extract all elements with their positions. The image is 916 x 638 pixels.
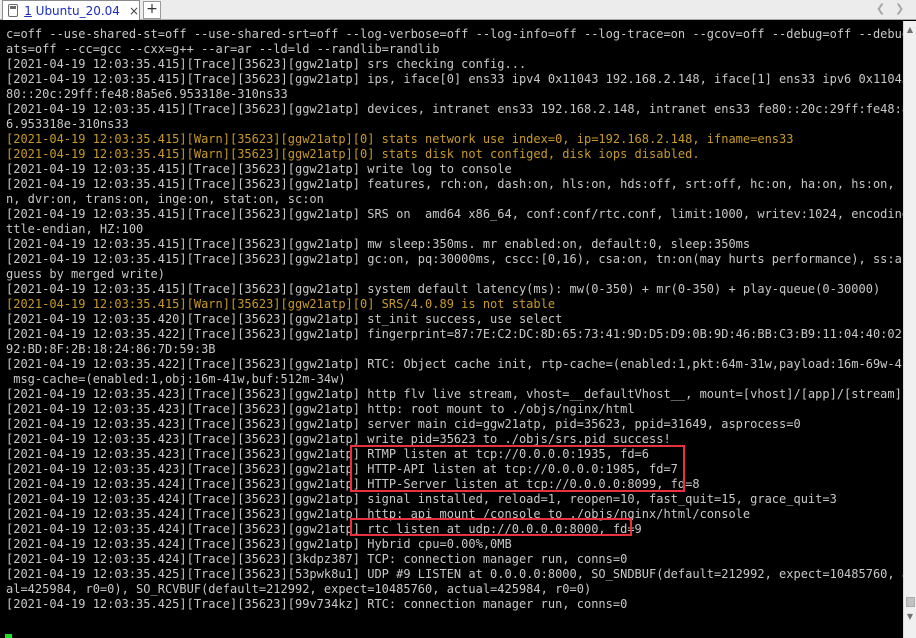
scroll-thumb[interactable] xyxy=(906,597,915,607)
tab-label: 1 Ubuntu_20.04 xyxy=(24,4,120,18)
log-line: msg-cache=(enabled:1,obj:16m-41w,buf:512… xyxy=(6,372,346,386)
log-line: [2021-04-19 12:03:35.423][Trace][35623][… xyxy=(6,417,801,431)
log-line: [2021-04-19 12:03:35.415][Trace][35623][… xyxy=(6,57,527,71)
log-line: [2021-04-19 12:03:35.415][Trace][35623][… xyxy=(6,177,903,191)
log-line: [2021-04-19 12:03:35.415][Trace][35623][… xyxy=(6,162,512,176)
log-line: 80::20c:29ff:fe48:8a5e6.953318e-310ns33 xyxy=(6,87,288,101)
scroll-up-icon[interactable]: ▲ xyxy=(904,24,916,36)
log-line: [2021-04-19 12:03:35.425][Trace][35623][… xyxy=(6,567,903,581)
terminal-cursor xyxy=(5,634,12,638)
log-line: c=off --use-shared-st=off --use-shared-s… xyxy=(6,27,903,41)
log-line: ttle-endian, HZ:100 xyxy=(6,222,144,236)
log-line: [2021-04-19 12:03:35.415][Trace][35623][… xyxy=(6,207,903,221)
log-line: [2021-04-19 12:03:35.424][Trace][35623][… xyxy=(6,492,837,506)
terminal-output[interactable]: c=off --use-shared-st=off --use-shared-s… xyxy=(0,22,903,638)
tab-bar: 1 Ubuntu_20.04 × + ❮ ❯ xyxy=(0,0,916,20)
tab-number: 1 xyxy=(24,3,32,18)
log-line: ats=off --cc=gcc --cxx=g++ --ar=ar --ld=… xyxy=(6,42,440,56)
tab-ubuntu[interactable]: 1 Ubuntu_20.04 × xyxy=(2,0,140,20)
terminal-icon xyxy=(8,4,19,17)
log-line-warn: [2021-04-19 12:03:35.415][Warn][35623][g… xyxy=(6,297,556,311)
log-line: [2021-04-19 12:03:35.425][Trace][35623][… xyxy=(6,597,628,611)
new-tab-button[interactable]: + xyxy=(143,1,161,19)
vertical-scrollbar[interactable]: ▲ ▼ xyxy=(903,21,916,638)
log-line: [2021-04-19 12:03:35.422][Trace][35623][… xyxy=(6,327,903,341)
highlight-box-rtc-listen xyxy=(350,518,632,536)
tab-title: Ubuntu_20.04 xyxy=(35,3,120,18)
log-line-warn: [2021-04-19 12:03:35.415][Warn][35623][g… xyxy=(6,147,700,161)
log-line: [2021-04-19 12:03:35.422][Trace][35623][… xyxy=(6,357,903,371)
log-line: [2021-04-19 12:03:35.424][Trace][35623][… xyxy=(6,537,512,551)
highlight-box-listen-ports xyxy=(350,445,685,492)
log-line: 6.953318e-310ns33 xyxy=(6,117,129,131)
log-line-warn: [2021-04-19 12:03:35.415][Warn][35623][g… xyxy=(6,132,794,146)
log-line: n, dvr:on, trans:on, inge:on, stat:on, s… xyxy=(6,192,324,206)
log-line: [2021-04-19 12:03:35.415][Trace][35623][… xyxy=(6,252,903,266)
log-line: guess by merged write) xyxy=(6,267,165,281)
chevron-right-icon[interactable]: ❯ xyxy=(895,2,904,15)
log-line: al=425984, r0=0), SO_RCVBUF(default=2129… xyxy=(6,582,592,596)
log-line: 92:BD:8F:2B:18:24:86:7D:59:3B xyxy=(6,342,216,356)
log-line: [2021-04-19 12:03:35.420][Trace][35623][… xyxy=(6,312,563,326)
log-line: [2021-04-19 12:03:35.415][Trace][35623][… xyxy=(6,102,903,116)
scroll-down-icon[interactable]: ▼ xyxy=(904,611,916,623)
log-line: [2021-04-19 12:03:35.415][Trace][35623][… xyxy=(6,282,881,296)
log-line: [2021-04-19 12:03:35.415][Trace][35623][… xyxy=(6,72,903,86)
chevron-left-icon[interactable]: ❮ xyxy=(876,2,885,15)
close-icon[interactable]: × xyxy=(129,5,139,17)
log-line: [2021-04-19 12:03:35.415][Trace][35623][… xyxy=(6,237,751,251)
log-line: [2021-04-19 12:03:35.423][Trace][35623][… xyxy=(6,402,635,416)
log-line: [2021-04-19 12:03:35.424][Trace][35623][… xyxy=(6,552,628,566)
log-line: [2021-04-19 12:03:35.423][Trace][35623][… xyxy=(6,387,903,401)
